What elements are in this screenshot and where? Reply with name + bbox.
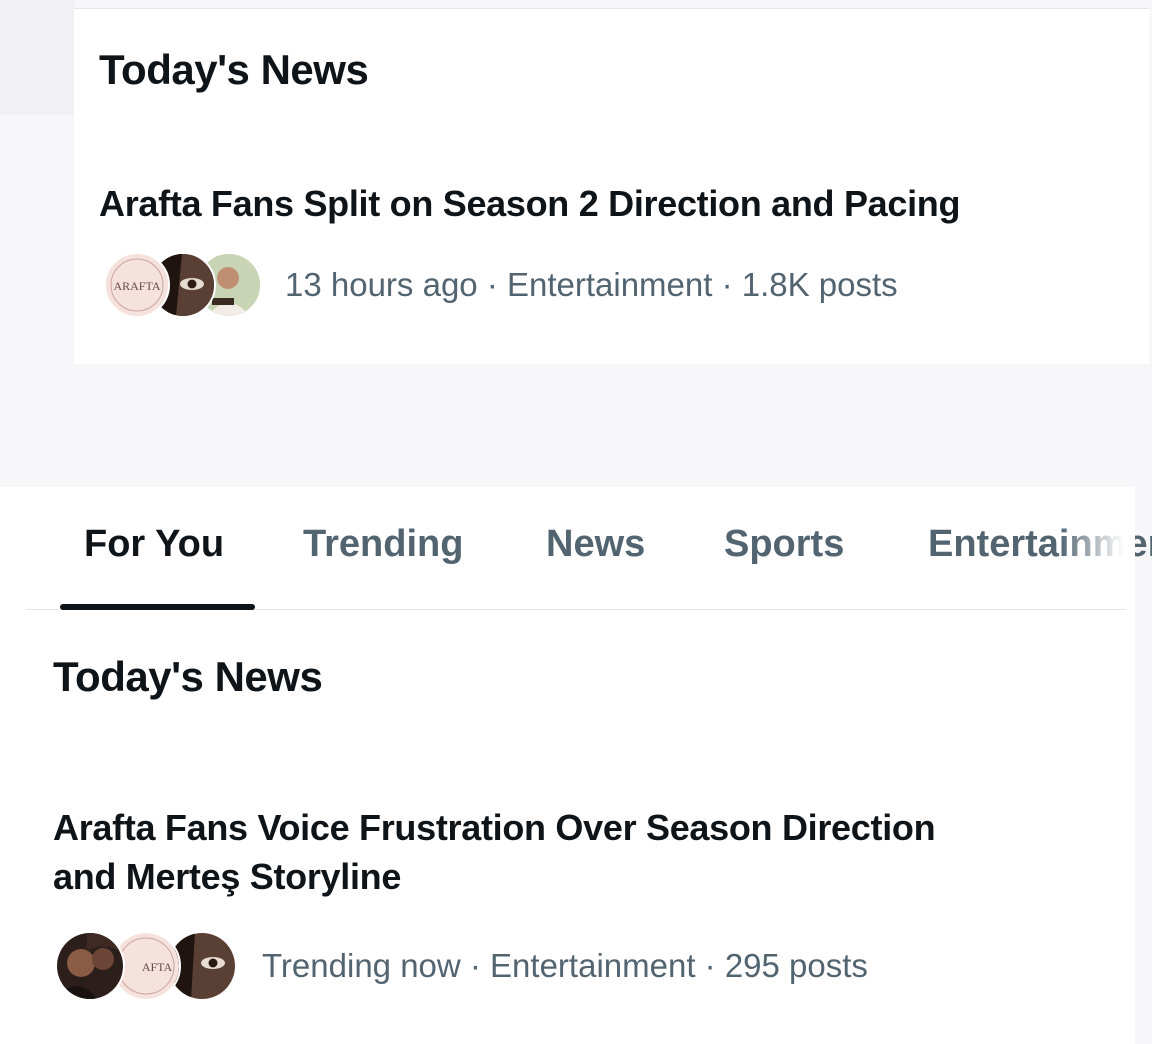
news-meta-2: Trending now · Entertainment · 295 posts: [262, 947, 868, 984]
section-title-todays-news-2: Today's News: [53, 653, 323, 700]
svg-text:AFTA: AFTA: [142, 960, 173, 974]
svg-text:ARAFTA: ARAFTA: [113, 279, 160, 293]
tab-for-you[interactable]: For You: [84, 523, 224, 566]
tab-trending[interactable]: Trending: [303, 523, 463, 566]
tab-news[interactable]: News: [546, 523, 645, 566]
background-shade: [0, 0, 74, 115]
news-headline-2-line1: Arafta Fans Voice Frustration Over Seaso…: [53, 807, 936, 848]
section-title-todays-news: Today's News: [99, 46, 369, 93]
explore-tabs: For You Trending News Sports Entertainme…: [0, 487, 1152, 611]
tab-overflow-fade: [1060, 520, 1135, 580]
couple-photo-avatar: [55, 931, 125, 1001]
avatar-group: ARAFTA: [104, 252, 264, 318]
active-tab-indicator: [60, 604, 255, 610]
news-headline-2[interactable]: Arafta Fans Voice Frustration Over Seaso…: [53, 803, 936, 901]
news-headline-2-line2: and Merteş Storyline: [53, 856, 402, 897]
avatar-group-2: AFTA: [55, 931, 237, 1001]
news-meta: 13 hours ago · Entertainment · 1.8K post…: [285, 266, 898, 303]
arafta-logo-avatar: ARAFTA: [104, 252, 170, 318]
news-headline[interactable]: Arafta Fans Split on Season 2 Direction …: [99, 179, 960, 228]
tab-sports[interactable]: Sports: [724, 523, 844, 566]
